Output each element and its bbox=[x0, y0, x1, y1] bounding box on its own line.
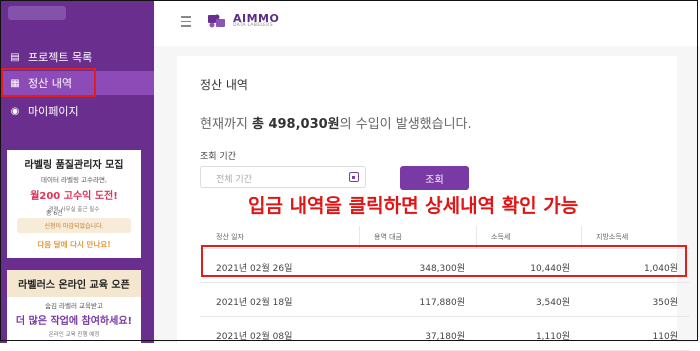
calendar-icon[interactable] bbox=[349, 172, 359, 182]
logo[interactable]: AIMMO DATA LABELERS bbox=[206, 12, 279, 30]
promo-title: 라벨링 품질관리자 모집 bbox=[24, 160, 124, 171]
table-row[interactable]: 2021년 02월 18일 117,880원 3,540원 350원 bbox=[200, 283, 690, 317]
top-bar: AIMMO DATA LABELERS bbox=[154, 0, 700, 47]
highlight-box-sidebar bbox=[1, 68, 96, 97]
highlight-box-row bbox=[201, 245, 687, 277]
sidebar-item-mypage[interactable]: ◉ 마이페이지 bbox=[0, 99, 154, 123]
sidebar-item-label: 프로젝트 목록 bbox=[28, 51, 93, 64]
annotation-text: 입금 내역을 클릭하면 상세내역 확인 가능 bbox=[248, 195, 579, 217]
summary-prefix: 현재까지 bbox=[200, 117, 252, 132]
period-label: 조회 기간 bbox=[200, 152, 236, 162]
promo-card-recruit[interactable]: 라벨링 품질관리자 모집 데이터 라벨링 고수라면, 월200 고수익 도전! … bbox=[7, 150, 141, 258]
promo-closed-note: 신청이 마감되었습니다. bbox=[17, 218, 131, 233]
promo-subtext: 온라인 교육 진행 예정 bbox=[48, 332, 100, 338]
logo-icon bbox=[206, 12, 228, 30]
date-placeholder: 전체 기간 bbox=[216, 175, 252, 185]
menu-icon[interactable] bbox=[181, 16, 191, 30]
promo-text: 숨김 라벨러 교육받고 bbox=[45, 302, 103, 310]
summary-suffix: 의 수입이 발생했습니다. bbox=[339, 117, 472, 132]
promo-link[interactable]: 다음 달에 다시 만나요! bbox=[7, 239, 141, 250]
date-range-input[interactable]: 전체 기간 bbox=[200, 166, 366, 188]
summary-amount: 총 498,030원 bbox=[251, 117, 340, 132]
cell-date: 2021년 02월 18일 bbox=[216, 298, 293, 308]
cell-amount: 37,180원 bbox=[425, 332, 465, 342]
promo-title: 라벨러스 온라인 교육 오픈 bbox=[7, 270, 141, 297]
promo-text: 데이터 라벨링 고수라면, bbox=[41, 176, 107, 184]
search-button[interactable]: 조회 bbox=[400, 166, 469, 190]
promo-highlight: 더 많은 작업에 참여하세요! bbox=[15, 316, 133, 327]
blurred-username bbox=[8, 6, 66, 20]
cell-amount: 117,880원 bbox=[419, 298, 466, 308]
page-title: 정산 내역 bbox=[200, 78, 248, 92]
cell-local-tax: 110원 bbox=[652, 332, 678, 342]
project-list-icon: ▤ bbox=[10, 51, 20, 63]
sidebar-item-label: 마이페이지 bbox=[28, 105, 79, 118]
promo-highlight: 월200 고수익 도전! bbox=[30, 191, 118, 202]
cell-income-tax: 1,110원 bbox=[535, 332, 570, 342]
user-circle-icon: ◉ bbox=[10, 105, 20, 117]
sidebar-user-area bbox=[0, 0, 154, 38]
cell-local-tax: 350원 bbox=[652, 298, 678, 308]
earnings-summary: 현재까지 총 498,030원의 수입이 발생했습니다. bbox=[200, 113, 472, 132]
result-count: 총 6건 bbox=[46, 210, 63, 217]
cell-income-tax: 3,540원 bbox=[535, 298, 570, 308]
promo-subtext: 경력 사무실 출근 필수 bbox=[48, 207, 100, 213]
table-row[interactable]: 2021년 02월 08일 37,180원 1,110원 110원 bbox=[200, 317, 690, 351]
sidebar: ▤ 프로젝트 목록 ▦ 정산 내역 ◉ 마이페이지 라벨링 품질관리자 모집 데… bbox=[0, 0, 154, 343]
sidebar-item-project-list[interactable]: ▤ 프로젝트 목록 bbox=[0, 45, 154, 69]
promo-card-education[interactable]: 라벨러스 온라인 교육 오픈 숨김 라벨러 교육받고 더 많은 작업에 참여하세… bbox=[7, 270, 141, 343]
logo-subtext: DATA LABELERS bbox=[233, 23, 273, 29]
cell-date: 2021년 02월 08일 bbox=[216, 332, 293, 342]
